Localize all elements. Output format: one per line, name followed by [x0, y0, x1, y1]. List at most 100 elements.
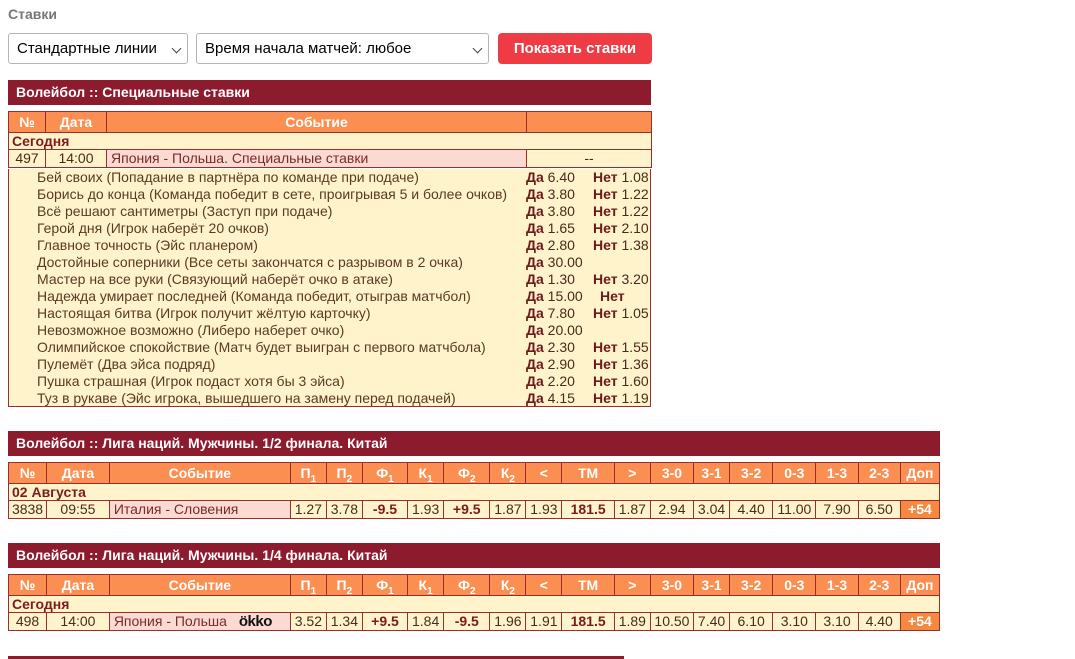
odds-p2[interactable]: 1.34: [325, 612, 363, 631]
odds-over[interactable]: 1.89: [613, 612, 651, 631]
market-yes-odds[interactable]: Да 1.65: [526, 220, 575, 237]
market-yes-odds[interactable]: Да 30.00: [526, 254, 583, 271]
column-header-under[interactable]: <: [525, 462, 563, 484]
more-bets-button[interactable]: +54: [899, 612, 941, 631]
lines-select[interactable]: Стандартные линии: [8, 33, 188, 64]
column-header-over[interactable]: >: [613, 574, 651, 596]
market-yes-odds[interactable]: Да 2.30: [526, 339, 575, 356]
column-header-3-2[interactable]: 3-2: [729, 574, 774, 596]
column-header-k2[interactable]: К2: [489, 462, 527, 484]
total-line[interactable]: 181.5: [561, 612, 615, 631]
event-name[interactable]: Япония - Польша ökko: [108, 612, 291, 631]
market-yes-odds[interactable]: Да 20.00: [526, 322, 583, 339]
column-header-1-3[interactable]: 1-3: [815, 574, 859, 596]
market-no-odds[interactable]: Нет 1.19: [593, 390, 649, 407]
market-no-odds[interactable]: Нет 1.36: [593, 356, 649, 373]
event-name[interactable]: Италия - Словения: [108, 500, 291, 519]
market-no-odds[interactable]: Нет 1.05: [593, 305, 649, 322]
column-header-p1[interactable]: П1: [289, 462, 327, 484]
market-no-odds[interactable]: Нет 1.08: [593, 169, 649, 186]
show-bets-button[interactable]: Показать ставки: [498, 33, 652, 64]
odds-0-3[interactable]: 11.00: [772, 500, 817, 519]
column-header-p2[interactable]: П2: [325, 462, 363, 484]
column-header-k2[interactable]: К2: [489, 574, 527, 596]
column-header-event[interactable]: Событие: [108, 462, 291, 484]
market-yes-odds[interactable]: Да 4.15: [526, 390, 575, 407]
column-header-under[interactable]: <: [525, 574, 563, 596]
odds-0-3[interactable]: 3.10: [772, 612, 817, 631]
column-header-event[interactable]: Событие: [108, 574, 291, 596]
odds-1-3[interactable]: 3.10: [815, 612, 859, 631]
column-header-3-1[interactable]: 3-1: [693, 462, 731, 484]
odds-k2[interactable]: 1.96: [489, 612, 527, 631]
column-header-number[interactable]: №: [8, 111, 46, 133]
column-header-extra[interactable]: Доп: [899, 462, 941, 484]
odds-p1[interactable]: 3.52: [289, 612, 327, 631]
column-header-date[interactable]: Дата: [46, 462, 110, 484]
column-header-2-3[interactable]: 2-3: [857, 574, 901, 596]
market-no-odds[interactable]: Нет 1.55: [593, 339, 649, 356]
column-header-event[interactable]: Событие: [106, 111, 527, 133]
market-no-odds[interactable]: Нет 1.22: [593, 203, 649, 220]
market-yes-odds[interactable]: Да 1.30: [526, 271, 575, 288]
odds-3-0[interactable]: 10.50: [649, 612, 695, 631]
column-header-p2[interactable]: П2: [325, 574, 363, 596]
column-header-3-0[interactable]: 3-0: [649, 574, 695, 596]
more-bets-button[interactable]: +54: [899, 500, 941, 519]
odds-3-1[interactable]: 3.04: [693, 500, 731, 519]
column-header-k1[interactable]: К1: [407, 462, 445, 484]
column-header-2-3[interactable]: 2-3: [857, 462, 901, 484]
market-yes-odds[interactable]: Да 6.40: [526, 169, 575, 186]
time-select[interactable]: Время начала матчей: любое: [196, 33, 489, 64]
event-name[interactable]: Япония - Польша. Специальные ставки: [106, 149, 527, 168]
market-no-odds[interactable]: Нет: [600, 288, 625, 305]
odds-3-1[interactable]: 7.40: [693, 612, 731, 631]
market-no-odds[interactable]: Нет 2.10: [593, 220, 649, 237]
handicap-f1[interactable]: +9.5: [361, 612, 409, 631]
market-no-odds[interactable]: Нет 1.38: [593, 237, 649, 254]
odds-k1[interactable]: 1.93: [407, 500, 445, 519]
column-header-total[interactable]: ТМ: [561, 574, 615, 596]
odds-3-2[interactable]: 4.40: [729, 500, 774, 519]
column-header-p1[interactable]: П1: [289, 574, 327, 596]
market-yes-odds[interactable]: Да 3.80: [526, 203, 575, 220]
column-header-0-3[interactable]: 0-3: [772, 574, 817, 596]
column-header-extra[interactable]: Доп: [899, 574, 941, 596]
market-yes-odds[interactable]: Да 2.90: [526, 356, 575, 373]
market-no-odds[interactable]: Нет 1.22: [593, 186, 649, 203]
table-row[interactable]: 497 14:00 Япония - Польша. Специальные с…: [8, 149, 652, 168]
handicap-f2[interactable]: +9.5: [443, 500, 491, 519]
column-header-f2[interactable]: Ф2: [443, 462, 491, 484]
column-header-3-2[interactable]: 3-2: [729, 462, 774, 484]
handicap-f1[interactable]: -9.5: [361, 500, 409, 519]
odds-2-3[interactable]: 4.40: [857, 612, 901, 631]
column-header-f1[interactable]: Ф1: [361, 462, 409, 484]
column-header-date[interactable]: Дата: [45, 111, 107, 133]
odds-p2[interactable]: 3.78: [325, 500, 363, 519]
market-yes-odds[interactable]: Да 2.80: [526, 237, 575, 254]
column-header-total[interactable]: ТМ: [561, 462, 615, 484]
column-header-3-0[interactable]: 3-0: [649, 462, 695, 484]
column-header-0-3[interactable]: 0-3: [772, 462, 817, 484]
odds-p1[interactable]: 1.27: [289, 500, 327, 519]
odds-2-3[interactable]: 6.50: [857, 500, 901, 519]
market-yes-odds[interactable]: Да 7.80: [526, 305, 575, 322]
column-header-k1[interactable]: К1: [407, 574, 445, 596]
column-header-date[interactable]: Дата: [46, 574, 110, 596]
total-line[interactable]: 181.5: [561, 500, 615, 519]
handicap-f2[interactable]: -9.5: [443, 612, 491, 631]
odds-under[interactable]: 1.93: [525, 500, 563, 519]
column-header-1-3[interactable]: 1-3: [815, 462, 859, 484]
column-header-f1[interactable]: Ф1: [361, 574, 409, 596]
odds-k1[interactable]: 1.84: [407, 612, 445, 631]
odds-3-2[interactable]: 6.10: [729, 612, 774, 631]
odds-over[interactable]: 1.87: [613, 500, 651, 519]
column-header-over[interactable]: >: [613, 462, 651, 484]
odds-1-3[interactable]: 7.90: [815, 500, 859, 519]
column-header-3-1[interactable]: 3-1: [693, 574, 731, 596]
market-no-odds[interactable]: Нет 3.20: [593, 271, 649, 288]
column-header-f2[interactable]: Ф2: [443, 574, 491, 596]
column-header-number[interactable]: №: [7, 462, 48, 484]
market-yes-odds[interactable]: Да 3.80: [526, 186, 575, 203]
market-yes-odds[interactable]: Да 15.00: [526, 288, 583, 305]
